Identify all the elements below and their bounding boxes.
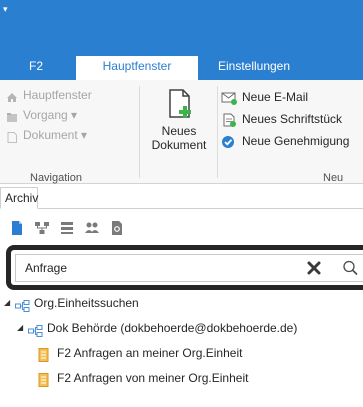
tab-f2[interactable]: F2 [14,56,58,80]
saved-search-icon [38,347,53,362]
tab-einstellungen[interactable]: Einstellungen [206,56,302,80]
folder-icon [6,110,18,122]
ribbon-separator [139,86,140,178]
expand-collapse-icon[interactable]: ◢ [4,292,13,314]
search-icon[interactable] [341,259,361,277]
tab-archiv[interactable]: Archiv [0,187,38,209]
tree-node-dok-behoerde[interactable]: ◢ Dok Behörde (dokbehoerde@dokbehoerde.d… [17,317,297,339]
email-icon [221,90,237,105]
tree-node-label: F2 Anfragen an meiner Org.Einheit [57,346,243,360]
navigation-group-label: Navigation [30,172,82,184]
new-file-icon[interactable] [9,220,25,236]
clear-search-icon[interactable] [306,260,322,276]
navigation-group: Hauptfenster Vorgang ▾ Dokument ▾ Naviga… [6,86,134,184]
org-structure-icon[interactable] [34,220,50,236]
nav-hauptfenster-button[interactable]: Hauptfenster [6,86,134,104]
nav-vorgang-button[interactable]: Vorgang ▾ [6,106,134,124]
tree-node-anfragen-von[interactable]: F2 Anfragen von meiner Org.Einheit [38,367,248,389]
document-search-icon[interactable] [109,220,125,236]
org-unit-icon [15,297,30,312]
approval-icon [221,134,237,148]
tree-node-label: Dok Behörde (dokbehoerde@dokbehoerde.de) [47,321,298,335]
quick-access-dropdown-icon[interactable]: ▾ [3,4,8,14]
new-document-label-line2: Dokument [151,138,207,152]
ribbon-separator [217,86,218,178]
new-schriftstueck-button[interactable]: Neues Schriftstück [221,108,363,130]
new-genehmigung-button[interactable]: Neue Genehmigung [221,130,363,152]
new-document-button[interactable]: Neues Dokument [145,88,213,164]
archive-tab-strip: Archiv [0,185,363,209]
org-unit-icon [28,322,43,337]
expand-collapse-icon[interactable]: ◢ [17,317,26,339]
title-bar: ▾ F2 Hauptfenster Einstellungen [0,0,363,80]
tree-node-label: Org.Einheitssuchen [34,296,139,310]
tab-hauptfenster[interactable]: Hauptfenster [76,56,198,80]
new-document-label-line1: Neues [161,124,197,138]
document-add-icon [221,112,237,127]
new-email-button[interactable]: Neue E-Mail [221,86,363,108]
new-group-label: Neu [323,172,344,184]
new-document-icon [169,89,191,118]
tree-node-org-einheitssuchen[interactable]: ◢ Org.Einheitssuchen [4,292,139,314]
list-icon[interactable] [59,220,75,236]
saved-search-icon [38,372,53,387]
tree-node-label: F2 Anfragen von meiner Org.Einheit [57,371,249,385]
archive-toolbar [0,214,363,242]
ribbon: Hauptfenster Vorgang ▾ Dokument ▾ Naviga… [0,80,363,184]
tree-node-anfragen-an[interactable]: F2 Anfragen an meiner Org.Einheit [38,342,242,364]
new-group: Neue E-Mail Neues Schriftstück Neue Gene… [221,86,363,184]
users-icon[interactable] [84,220,100,236]
document-icon [6,130,18,143]
home-icon [6,90,18,102]
nav-dokument-button[interactable]: Dokument ▾ [6,126,134,144]
